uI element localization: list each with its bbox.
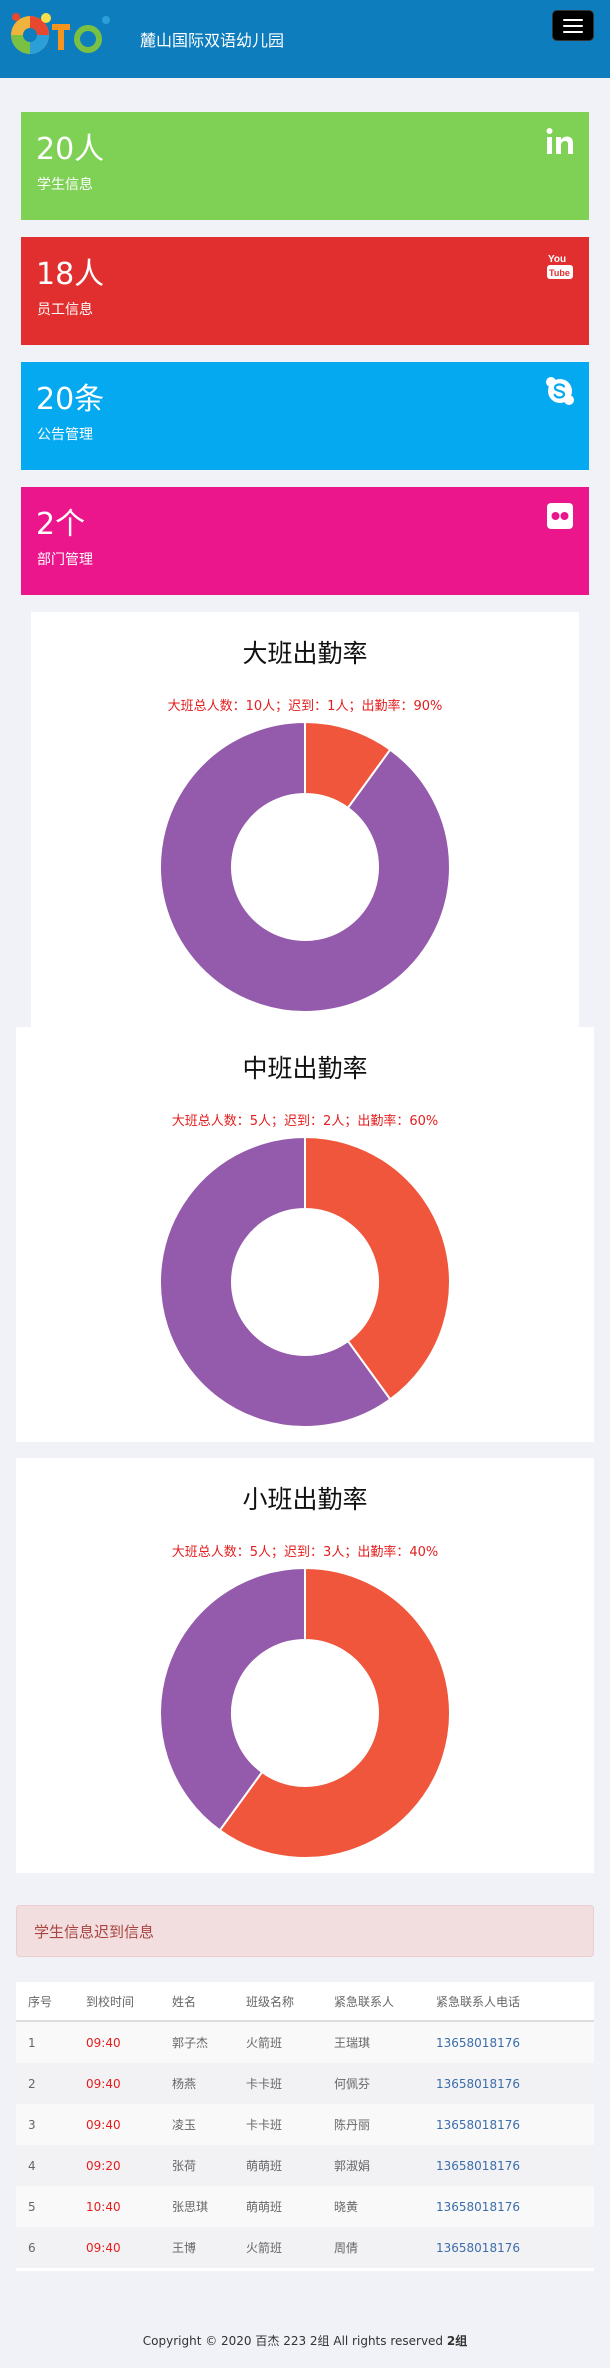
stat-announcement[interactable]: 20条 公告管理	[21, 362, 589, 470]
student-name: 王博	[160, 2227, 234, 2268]
chart-subtitle: 大班总人数：10人；迟到：1人；出勤率：90%	[167, 699, 443, 714]
table-row[interactable]: 5 10:40 张思琪 萌萌班 晓黄 13658018176	[16, 2186, 594, 2227]
column-header: 紧急联系人电话	[424, 1982, 594, 2022]
emergency-contact: 周倩	[322, 2227, 424, 2268]
row-index: 3	[16, 2104, 74, 2145]
stat-count: 2个	[36, 507, 86, 542]
chart-title: 小班出勤率	[242, 1485, 368, 1514]
donut-chart	[160, 1568, 450, 1858]
hamburger-bar	[563, 19, 583, 21]
column-header: 到校时间	[74, 1982, 160, 2022]
youtube-icon: You Tube	[547, 254, 573, 279]
arrival-time: 09:40	[74, 2063, 160, 2104]
column-header: 序号	[16, 1982, 74, 2022]
class-name: 萌萌班	[234, 2186, 322, 2227]
emergency-phone[interactable]: 13658018176	[424, 2063, 594, 2104]
table-row[interactable]: 6 09:40 王博 火箭班 周倩 13658018176	[16, 2227, 594, 2268]
stat-department[interactable]: 2个 部门管理	[21, 487, 589, 595]
emergency-contact: 晓黄	[322, 2186, 424, 2227]
class-name: 火箭班	[234, 2021, 322, 2063]
stat-staff-info[interactable]: 18人 员工信息 You Tube	[21, 237, 589, 345]
arrival-time: 10:40	[74, 2186, 160, 2227]
table-row[interactable]: 2 09:40 杨燕 卡卡班 何佩芬 13658018176	[16, 2063, 594, 2104]
skype-icon	[546, 377, 574, 405]
student-name: 凌玉	[160, 2104, 234, 2145]
emergency-phone[interactable]: 13658018176	[424, 2186, 594, 2227]
stat-count: 20条	[36, 382, 105, 417]
row-index: 5	[16, 2186, 74, 2227]
row-index: 2	[16, 2063, 74, 2104]
hamburger-bar	[563, 25, 583, 27]
brand-title[interactable]: 麓山国际双语幼儿园	[140, 27, 284, 51]
emergency-phone[interactable]: 13658018176	[424, 2021, 594, 2063]
table-header-row: 序号 到校时间 姓名 班级名称 紧急联系人 紧急联系人电话	[16, 1982, 594, 2022]
stat-label: 部门管理	[37, 552, 93, 568]
class-name: 卡卡班	[234, 2104, 322, 2145]
donut-chart	[160, 722, 450, 1012]
pie-slice-出勤[interactable]	[160, 722, 450, 1012]
student-name: 杨燕	[160, 2063, 234, 2104]
chart-card-large-class: 大班出勤率 大班总人数：10人；迟到：1人；出勤率：90%	[31, 612, 579, 1027]
row-index: 1	[16, 2021, 74, 2063]
stat-student-info[interactable]: 20人 学生信息	[21, 112, 589, 220]
hamburger-bar	[563, 31, 583, 33]
student-name: 张荷	[160, 2145, 234, 2186]
emergency-contact: 陈丹丽	[322, 2104, 424, 2145]
column-header: 班级名称	[234, 1982, 322, 2022]
arrival-time: 09:40	[74, 2227, 160, 2268]
copyright-text: Copyright © 2020 百杰 223 2组 All rights re…	[142, 2334, 447, 2348]
chart-subtitle: 大班总人数：5人；迟到：3人；出勤率：40%	[171, 1545, 439, 1560]
stat-count: 20人	[36, 132, 105, 167]
arrival-time: 09:40	[74, 2104, 160, 2145]
emergency-contact: 何佩芬	[322, 2063, 424, 2104]
row-index: 4	[16, 2145, 74, 2186]
chart-card-middle-class: 中班出勤率 大班总人数：5人；迟到：2人；出勤率：60%	[16, 1027, 594, 1442]
row-index: 6	[16, 2227, 74, 2268]
stat-label: 学生信息	[37, 177, 93, 193]
top-navbar: 麓山国际双语幼儿园	[0, 0, 610, 78]
emergency-phone[interactable]: 13658018176	[424, 2104, 594, 2145]
late-info-panel-heading: 学生信息迟到信息	[16, 1905, 594, 1957]
flickr-icon	[547, 503, 573, 529]
table-row[interactable]: 4 09:20 张荷 萌萌班 郭淑娟 13658018176	[16, 2145, 594, 2186]
linkedin-icon	[546, 128, 573, 154]
chart-card-small-class: 小班出勤率 大班总人数：5人；迟到：3人；出勤率：40%	[16, 1458, 594, 1873]
emergency-phone[interactable]: 13658018176	[424, 2227, 594, 2268]
chart-subtitle: 大班总人数：5人；迟到：2人；出勤率：60%	[171, 1114, 439, 1129]
emergency-phone[interactable]: 13658018176	[424, 2145, 594, 2186]
panel-title: 学生信息迟到信息	[34, 1923, 155, 1941]
arrival-time: 09:20	[74, 2145, 160, 2186]
column-header: 紧急联系人	[322, 1982, 424, 2022]
class-name: 火箭班	[234, 2227, 322, 2268]
student-name: 郭子杰	[160, 2021, 234, 2063]
stat-label: 员工信息	[37, 302, 93, 318]
page-footer: Copyright © 2020 百杰 223 2组 All rights re…	[0, 2332, 610, 2349]
late-students-table: 序号 到校时间 姓名 班级名称 紧急联系人 紧急联系人电话 1 09:40 郭子杰火…	[16, 1982, 594, 2271]
class-name: 萌萌班	[234, 2145, 322, 2186]
team-name: 2组	[446, 2334, 468, 2348]
student-name: 张思琪	[160, 2186, 234, 2227]
chart-title: 中班出勤率	[242, 1054, 368, 1083]
svg-text:You: You	[548, 254, 566, 265]
stat-label: 公告管理	[37, 427, 93, 443]
site-logo[interactable]	[8, 8, 123, 63]
table-row[interactable]: 1 09:40 郭子杰 火箭班 王瑞琪 13658018176	[16, 2021, 594, 2063]
stat-count: 18人	[36, 257, 105, 292]
emergency-contact: 王瑞琪	[322, 2021, 424, 2063]
svg-text:Tube: Tube	[549, 268, 570, 278]
donut-chart	[160, 1137, 450, 1427]
emergency-contact: 郭淑娟	[322, 2145, 424, 2186]
chart-title: 大班出勤率	[242, 639, 368, 668]
class-name: 卡卡班	[234, 2063, 322, 2104]
menu-toggle-button[interactable]	[552, 10, 594, 41]
column-header: 姓名	[160, 1982, 234, 2022]
table-row[interactable]: 3 09:40 凌玉 卡卡班 陈丹丽 13658018176	[16, 2104, 594, 2145]
arrival-time: 09:40	[74, 2021, 160, 2063]
